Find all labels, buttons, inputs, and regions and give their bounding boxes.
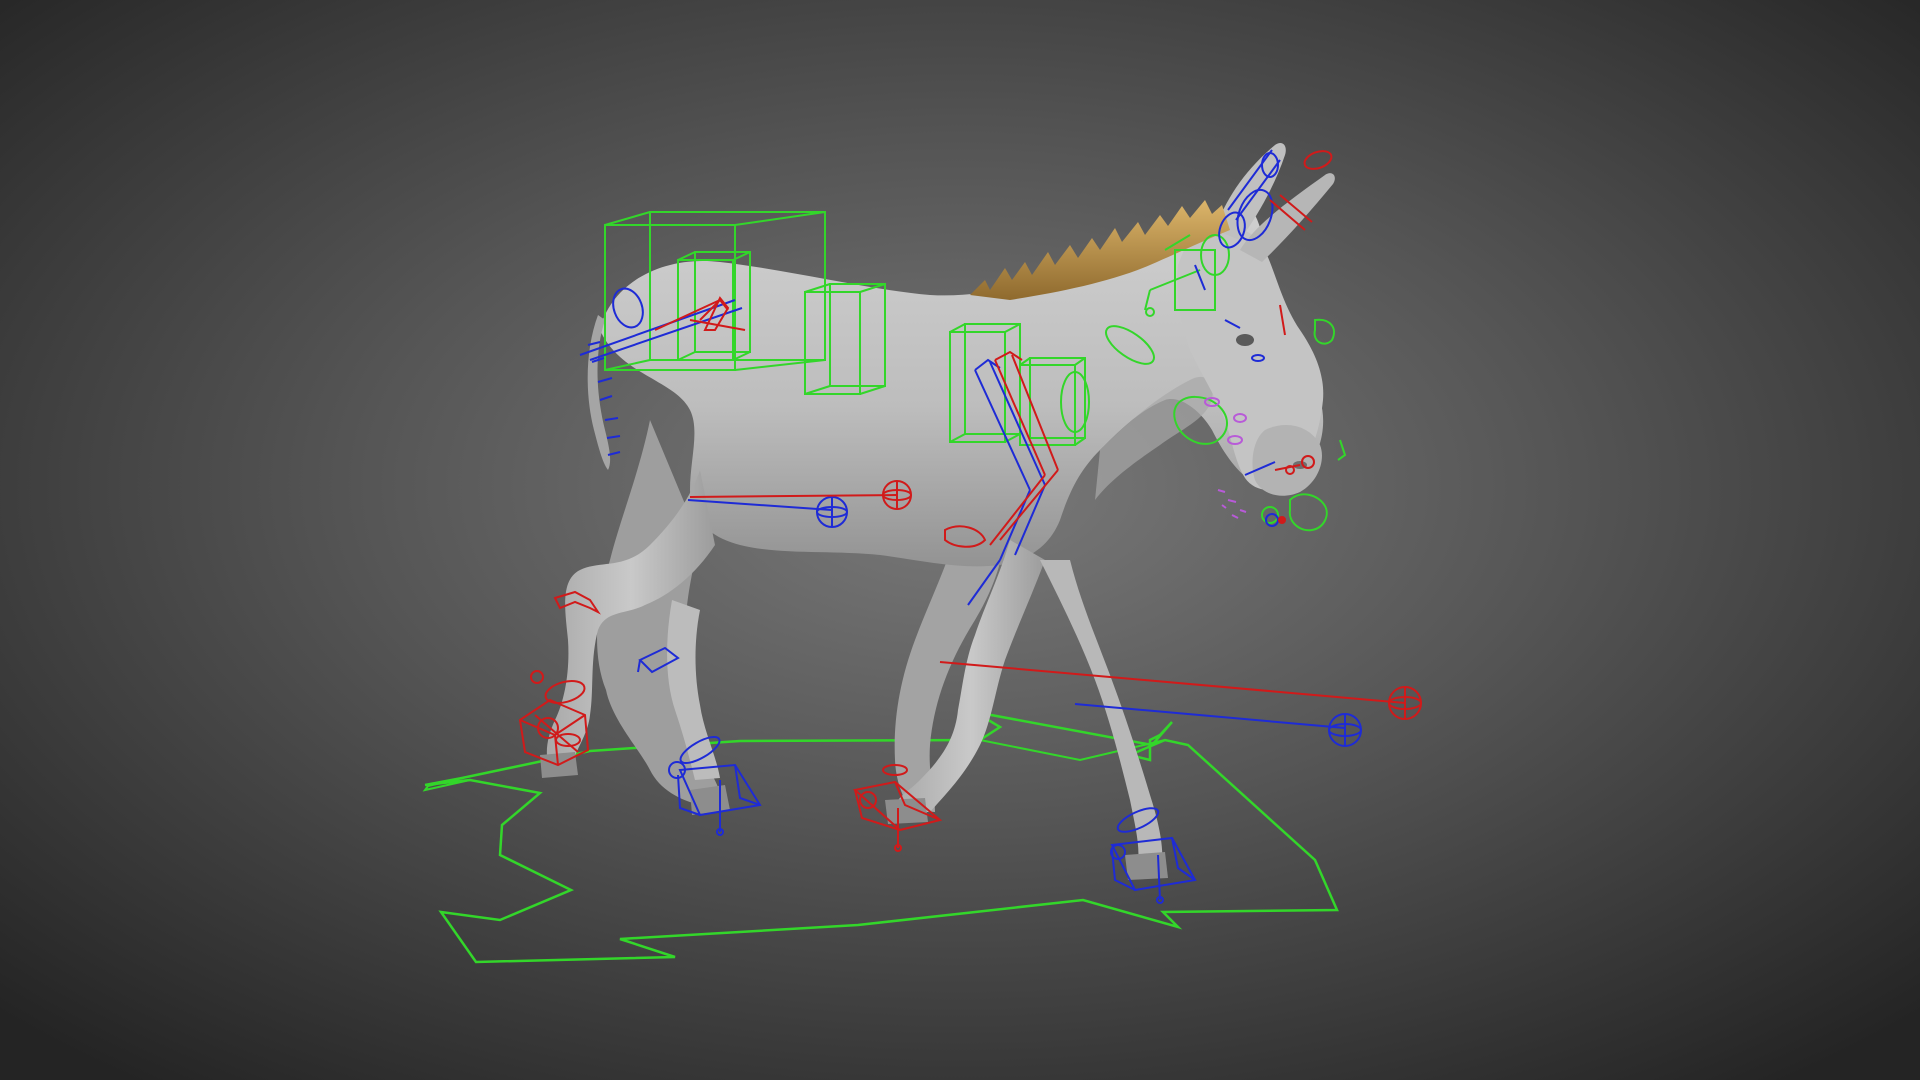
viewport-canvas[interactable] [0,0,1920,1080]
hoof-front-far [885,798,928,824]
donkey-eye [1236,334,1254,346]
hoof-front-near [1125,852,1168,880]
3d-viewport[interactable] [0,0,1920,1080]
